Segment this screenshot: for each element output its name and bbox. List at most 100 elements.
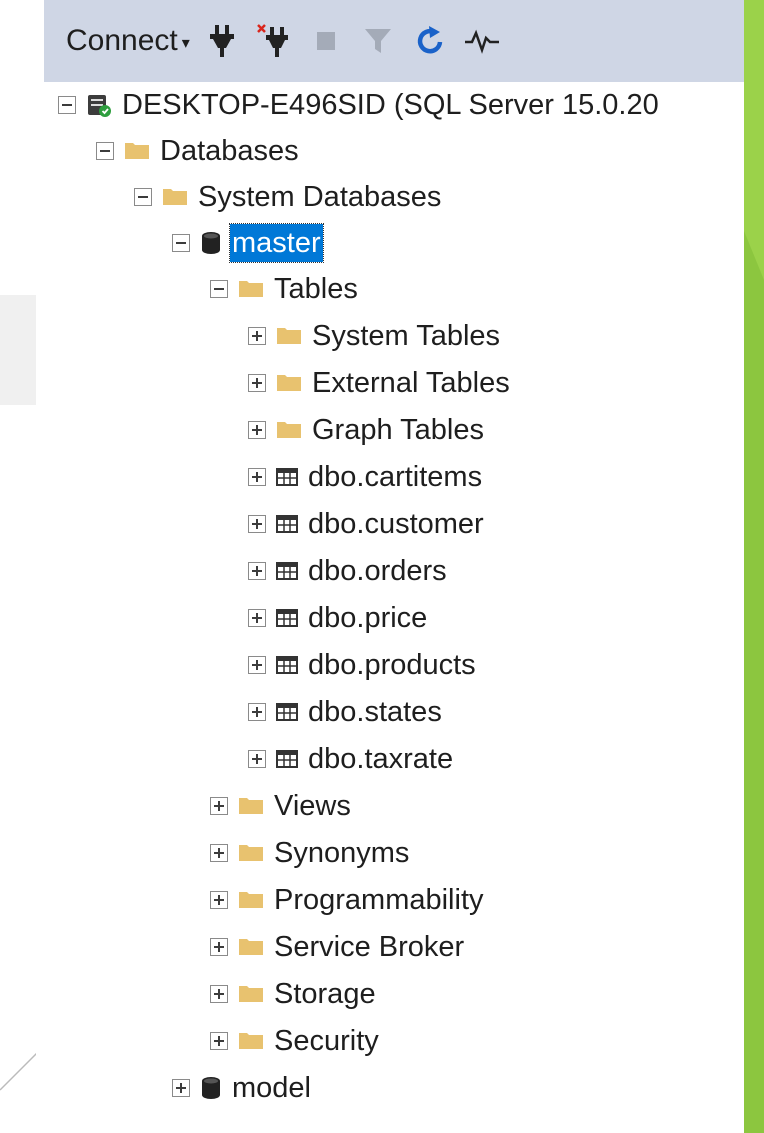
tree-node-security[interactable]: Security (210, 1018, 381, 1064)
filter-button[interactable] (358, 21, 398, 61)
tables-label: Tables (274, 273, 358, 305)
tree-node-graph-tables[interactable]: Graph Tables (248, 407, 486, 453)
folder-icon (238, 843, 264, 863)
external-tables-label: External Tables (312, 367, 510, 399)
slide-gray-panel (0, 295, 36, 405)
table-icon (276, 655, 298, 675)
tree-node-table[interactable]: dbo.orders (248, 548, 449, 594)
folder-icon (238, 279, 264, 299)
system-tables-label: System Tables (312, 320, 501, 352)
tree-node-system-tables[interactable]: System Tables (248, 313, 502, 359)
expand-icon[interactable] (248, 750, 266, 768)
folder-icon (276, 373, 302, 393)
views-label: Views (274, 790, 351, 822)
folder-icon (276, 326, 302, 346)
tree-node-system-databases[interactable]: System Databases (134, 174, 443, 220)
expand-icon[interactable] (248, 703, 266, 721)
table-label: dbo.products (308, 649, 476, 681)
tree-node-model[interactable]: model (172, 1065, 313, 1111)
table-icon (276, 514, 298, 534)
stop-button[interactable] (306, 21, 346, 61)
database-icon (200, 231, 222, 255)
tree-node-table[interactable]: dbo.taxrate (248, 736, 455, 782)
connect-label: Connect (66, 24, 178, 57)
tree-node-table[interactable]: dbo.products (248, 642, 478, 688)
model-label: model (232, 1072, 311, 1104)
connect-plug-button[interactable] (202, 21, 242, 61)
object-explorer-toolbar: Connect ▾ (44, 0, 744, 82)
tree-node-service-broker[interactable]: Service Broker (210, 924, 466, 970)
tree-node-synonyms[interactable]: Synonyms (210, 830, 411, 876)
disconnect-button[interactable] (254, 21, 294, 61)
table-icon (276, 467, 298, 487)
expand-icon[interactable] (210, 844, 228, 862)
tree-node-views[interactable]: Views (210, 783, 353, 829)
connect-plug-icon (209, 25, 234, 57)
graph-tables-label: Graph Tables (312, 414, 484, 446)
programmability-label: Programmability (274, 884, 484, 916)
folder-icon (162, 187, 188, 207)
tree-node-table[interactable]: dbo.price (248, 595, 429, 641)
folder-icon (238, 984, 264, 1004)
disconnect-plug-icon (256, 24, 288, 57)
activity-monitor-icon (464, 29, 499, 54)
tree-node-external-tables[interactable]: External Tables (248, 360, 512, 406)
expand-icon[interactable] (248, 327, 266, 345)
collapse-icon[interactable] (172, 234, 190, 252)
expand-icon[interactable] (248, 374, 266, 392)
master-label: master (229, 223, 324, 263)
expand-icon[interactable] (210, 985, 228, 1003)
table-label: dbo.cartitems (308, 461, 483, 493)
object-explorer: Connect ▾ DESKTOP-E496SID (SQL Server 15… (36, 0, 744, 1133)
server-label: DESKTOP-E496SID (SQL Server 15.0.20 (122, 89, 659, 121)
refresh-button[interactable] (410, 21, 450, 61)
expand-icon[interactable] (248, 421, 266, 439)
databases-label: Databases (160, 135, 299, 167)
table-icon (276, 749, 298, 769)
collapse-icon[interactable] (96, 142, 114, 160)
folder-icon (276, 420, 302, 440)
tree-node-databases[interactable]: Databases (96, 128, 301, 174)
server-icon (86, 92, 112, 118)
service-broker-label: Service Broker (274, 931, 465, 963)
expand-icon[interactable] (248, 562, 266, 580)
chevron-down-icon: ▾ (181, 35, 190, 52)
folder-icon (238, 1031, 264, 1051)
expand-icon[interactable] (248, 515, 266, 533)
table-label: dbo.price (308, 602, 428, 634)
expand-icon[interactable] (248, 609, 266, 627)
table-icon (276, 702, 298, 722)
object-explorer-tree: DESKTOP-E496SID (SQL Server 15.0.20 Data… (44, 82, 744, 1133)
security-label: Security (274, 1025, 379, 1057)
expand-icon[interactable] (210, 938, 228, 956)
tree-node-server[interactable]: DESKTOP-E496SID (SQL Server 15.0.20 (58, 82, 661, 128)
collapse-icon[interactable] (210, 280, 228, 298)
expand-icon[interactable] (172, 1079, 190, 1097)
stop-icon (316, 32, 335, 50)
tree-node-master[interactable]: master (172, 220, 324, 266)
storage-label: Storage (274, 978, 376, 1010)
expand-icon[interactable] (248, 468, 266, 486)
synonyms-label: Synonyms (274, 837, 410, 869)
table-label: dbo.customer (308, 508, 484, 540)
collapse-icon[interactable] (58, 96, 76, 114)
table-icon (276, 608, 298, 628)
tree-node-table[interactable]: dbo.states (248, 689, 444, 735)
refresh-icon (417, 26, 443, 54)
tree-node-storage[interactable]: Storage (210, 971, 378, 1017)
tree-node-table[interactable]: dbo.customer (248, 501, 486, 547)
activity-monitor-button[interactable] (462, 21, 502, 61)
tree-node-table[interactable]: dbo.cartitems (248, 454, 484, 500)
expand-icon[interactable] (210, 1032, 228, 1050)
expand-icon[interactable] (248, 656, 266, 674)
connect-button[interactable]: Connect ▾ (66, 24, 190, 58)
table-label: dbo.orders (308, 555, 447, 587)
tree-node-tables[interactable]: Tables (210, 266, 360, 312)
folder-icon (238, 937, 264, 957)
expand-icon[interactable] (210, 797, 228, 815)
expand-icon[interactable] (210, 891, 228, 909)
table-label: dbo.states (308, 696, 442, 728)
collapse-icon[interactable] (134, 188, 152, 206)
tree-node-programmability[interactable]: Programmability (210, 877, 486, 923)
folder-icon (124, 141, 150, 161)
